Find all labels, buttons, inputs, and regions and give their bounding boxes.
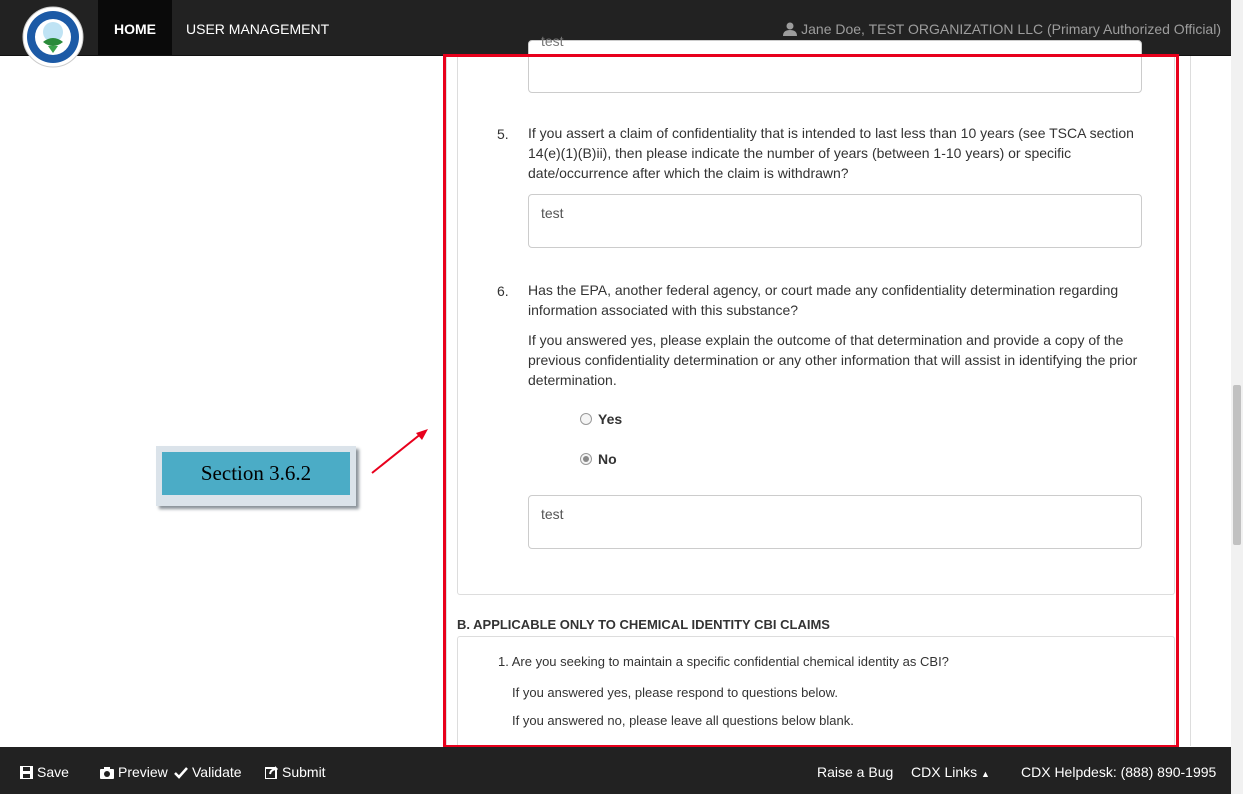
cdx-helpdesk: CDX Helpdesk: (888) 890-1995 xyxy=(1021,764,1217,780)
callout-label: Section 3.6.2 xyxy=(162,452,350,495)
raise-bug-link[interactable]: Raise a Bug xyxy=(817,747,893,794)
share-icon xyxy=(264,766,278,780)
user-icon xyxy=(783,22,798,36)
cdx-links-dropdown[interactable]: CDX Links ▲ xyxy=(911,747,990,794)
submit-label: Submit xyxy=(282,764,326,780)
scrollbar-thumb[interactable] xyxy=(1233,385,1241,545)
section-callout: Section 3.6.2 xyxy=(156,446,356,506)
cdx-links-label: CDX Links xyxy=(911,764,978,780)
nav-home[interactable]: HOME xyxy=(98,0,172,55)
callout-arrow-icon xyxy=(371,429,428,474)
caret-up-icon: ▲ xyxy=(981,769,990,779)
camera-icon xyxy=(100,767,114,779)
footer-toolbar: Save Preview Validate Submit Raise a Bug… xyxy=(0,747,1231,794)
highlight-box xyxy=(443,54,1179,748)
preview-label: Preview xyxy=(118,764,168,780)
submit-button[interactable]: Submit xyxy=(264,747,326,794)
validate-button[interactable]: Validate xyxy=(174,747,242,794)
page-scrollbar[interactable] xyxy=(1231,0,1243,794)
save-icon xyxy=(20,766,33,779)
user-info-text: Jane Doe, TEST ORGANIZATION LLC (Primary… xyxy=(801,21,1221,37)
validate-label: Validate xyxy=(192,764,242,780)
epa-seal-icon[interactable] xyxy=(22,6,84,68)
save-button[interactable]: Save xyxy=(20,747,69,794)
preview-button[interactable]: Preview xyxy=(100,747,168,794)
previous-answer-text: test xyxy=(541,33,564,49)
nav-user-management[interactable]: USER MANAGEMENT xyxy=(170,0,345,55)
save-label: Save xyxy=(37,764,69,780)
checkmark-icon xyxy=(174,767,188,779)
